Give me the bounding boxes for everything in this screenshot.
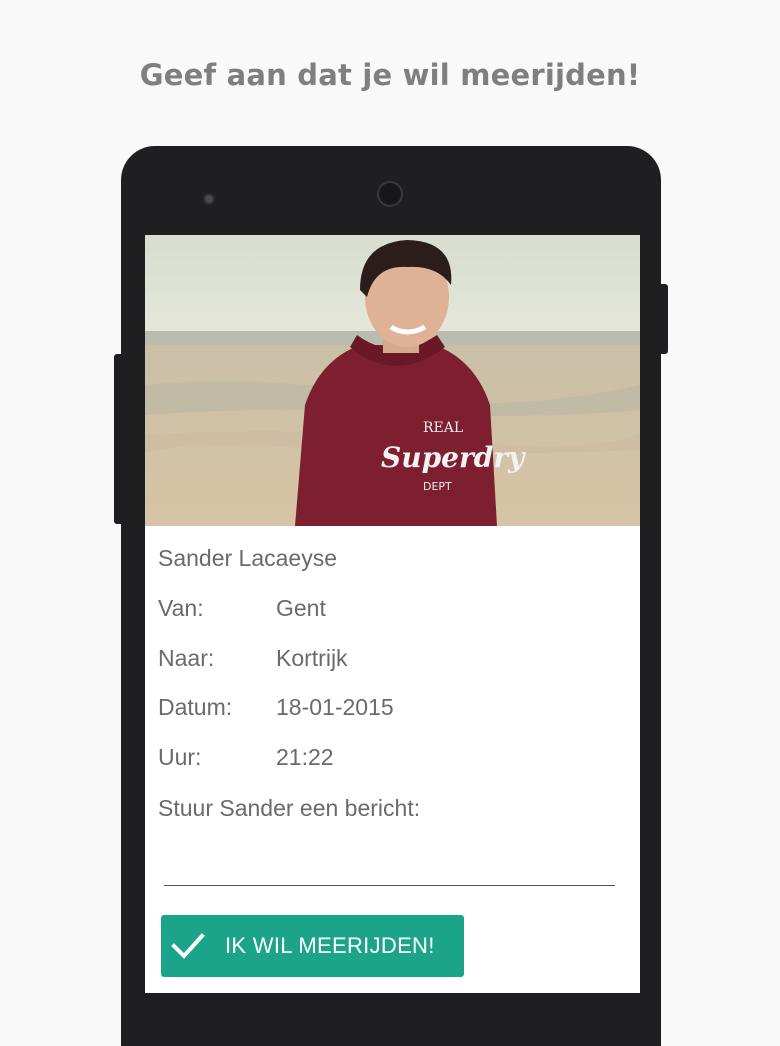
page-headline: Geef aan dat je wil meerijden! — [139, 58, 641, 92]
svg-text:Superdry: Superdry — [381, 441, 526, 474]
message-input[interactable] — [164, 835, 615, 886]
date-value: 18-01-2015 — [276, 694, 394, 720]
svg-text:DEPT: DEPT — [423, 480, 452, 493]
check-icon — [171, 933, 205, 959]
time-label: Uur: — [158, 744, 202, 770]
driver-profile-photo: REAL Superdry DEPT — [145, 235, 640, 526]
svg-text:REAL: REAL — [423, 420, 463, 436]
from-label: Van: — [158, 595, 204, 621]
to-label: Naar: — [158, 645, 215, 671]
join-ride-button[interactable]: IK WIL MEERIJDEN! — [161, 915, 464, 977]
date-label: Datum: — [158, 694, 233, 720]
driver-name: Sander Lacaeyse — [158, 545, 338, 571]
message-label: Stuur Sander een bericht: — [158, 795, 421, 821]
to-value: Kortrijk — [276, 645, 348, 671]
phone-front-camera — [377, 181, 403, 207]
time-value: 21:22 — [276, 744, 334, 770]
phone-power-button — [661, 284, 668, 354]
phone-volume-button — [114, 354, 121, 524]
phone-sensor — [203, 193, 215, 205]
from-value: Gent — [276, 595, 326, 621]
app-screen: REAL Superdry DEPT Sander Lacaeyse Van: … — [145, 235, 640, 993]
join-ride-label: IK WIL MEERIJDEN! — [225, 933, 435, 958]
